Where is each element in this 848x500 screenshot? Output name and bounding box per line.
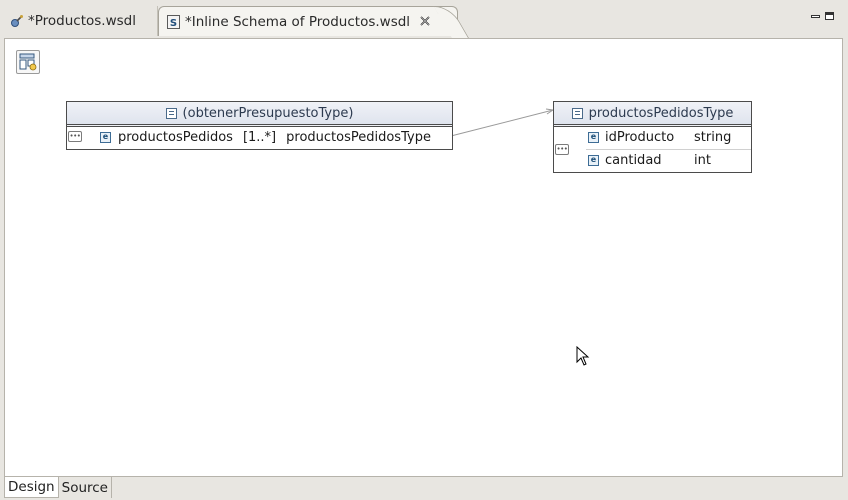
complex-type-header[interactable]: (obtenerPresupuestoType)	[67, 102, 452, 127]
complex-type-icon	[165, 107, 177, 119]
mouse-cursor-icon	[576, 345, 590, 371]
element-row[interactable]: e productosPedidos [1..*] productosPedid…	[100, 126, 431, 148]
element-name: cantidad	[605, 152, 662, 168]
tab-design[interactable]: Design	[4, 477, 59, 498]
wsdl-file-icon	[10, 14, 24, 28]
element-type: productosPedidosType	[286, 129, 431, 145]
minimize-icon[interactable]	[811, 15, 820, 18]
element-name: productosPedidos	[118, 129, 233, 145]
close-icon[interactable]	[420, 15, 430, 29]
complex-type-box[interactable]: productosPedidosType ••• e idProducto st…	[553, 101, 752, 173]
schema-design-canvas[interactable]: (obtenerPresupuestoType) ••• e productos…	[4, 38, 843, 477]
element-row[interactable]: e cantidad int	[588, 149, 711, 171]
tab-source[interactable]: Source	[59, 477, 112, 498]
schema-file-icon: S	[167, 14, 181, 29]
tab-label: *Inline Schema of Productos.wsdl	[185, 13, 411, 30]
element-type: int	[694, 152, 711, 168]
element-row[interactable]: e idProducto string	[588, 126, 731, 148]
element-icon: e	[100, 131, 111, 143]
maximize-icon[interactable]	[825, 12, 834, 20]
element-multiplicity: [1..*]	[242, 129, 277, 145]
element-icon: e	[588, 154, 599, 166]
complex-type-name: productosPedidosType	[588, 105, 734, 121]
tab-inline-schema[interactable]: S *Inline Schema of Productos.wsdl	[158, 6, 458, 36]
editor-tab-bar: *Productos.wsdl S *Inline Schema of Prod…	[2, 2, 844, 38]
complex-type-header[interactable]: productosPedidosType	[554, 102, 751, 127]
svg-text:S: S	[170, 18, 177, 29]
element-type: string	[694, 129, 732, 145]
tab-label: *Productos.wsdl	[28, 13, 136, 29]
element-icon: e	[588, 131, 599, 143]
complex-type-icon	[571, 107, 583, 119]
element-name: idProducto	[605, 129, 675, 145]
tab-productos-wsdl[interactable]: *Productos.wsdl	[2, 6, 158, 36]
complex-type-box[interactable]: (obtenerPresupuestoType) ••• e productos…	[66, 101, 453, 150]
sequence-icon[interactable]: •••	[68, 131, 82, 142]
complex-type-name: (obtenerPresupuestoType)	[182, 105, 354, 121]
sequence-icon[interactable]: •••	[555, 144, 569, 155]
editor-page-tabs: Design Source	[4, 477, 112, 498]
